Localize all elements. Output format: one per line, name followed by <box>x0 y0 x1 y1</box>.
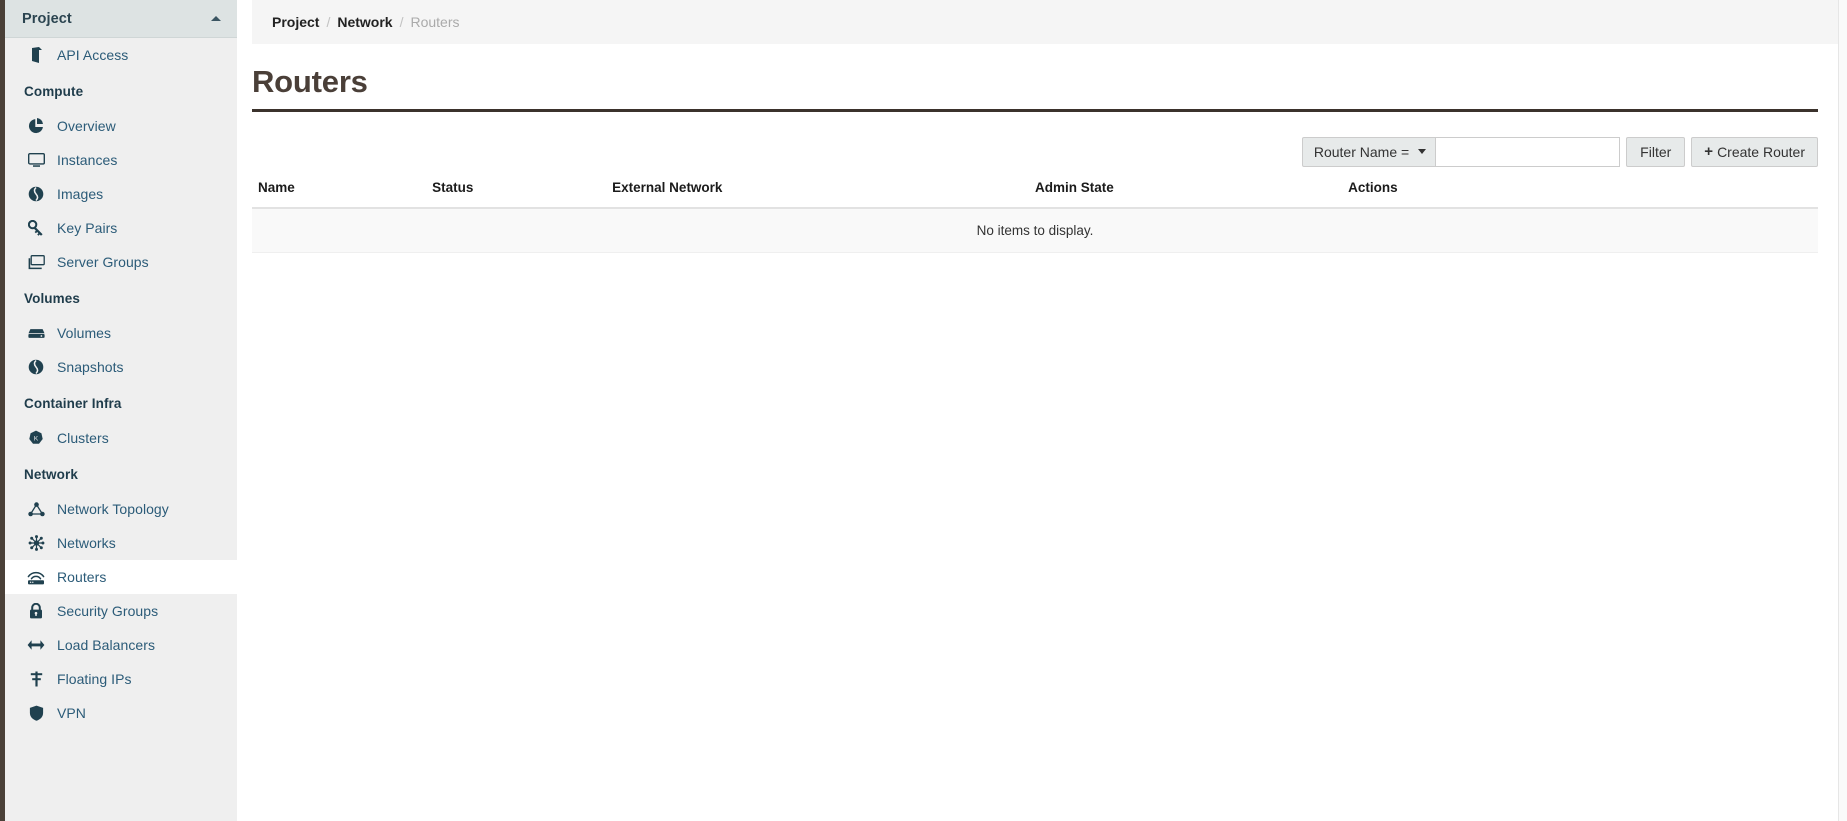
monitor-icon <box>26 151 46 169</box>
sidebar-group-label-volumes: Volumes <box>24 291 80 306</box>
sidebar-item-network-topology[interactable]: Network Topology <box>5 492 237 526</box>
sidebar-group-label-compute: Compute <box>24 84 84 99</box>
sidebar-panel-title: Project <box>22 10 72 27</box>
column-header-name[interactable]: Name <box>252 175 433 209</box>
sidebar-group-label-container-infra: Container Infra <box>24 396 122 411</box>
sidebar-item-label: Network Topology <box>57 501 169 517</box>
caret-up-icon[interactable] <box>211 16 221 21</box>
sidebar-nav: API Access Compute Overview Instances Images… <box>5 38 237 730</box>
vertical-scrollbar[interactable] <box>1838 0 1847 821</box>
empty-message: No items to display. <box>252 207 1818 253</box>
content-wrapper: Routers Router Name = Filter + Create Ro… <box>252 44 1847 253</box>
create-router-button-label: Create Router <box>1717 143 1805 160</box>
sidebar-item-images[interactable]: Images <box>5 177 237 211</box>
filter-field-dropdown[interactable]: Router Name = <box>1301 136 1437 167</box>
chevron-down-icon <box>1418 149 1427 155</box>
search-input[interactable] <box>1436 136 1621 167</box>
horizon-dashboard: Project API Access Compute Overview Instanc… <box>0 0 1847 821</box>
shield-icon <box>26 704 46 722</box>
main-content: Project / Network / Routers Routers Rout… <box>237 0 1847 821</box>
sidebar-panel-header-project[interactable]: Project <box>5 0 237 38</box>
column-header-external-network[interactable]: External Network <box>612 175 1035 209</box>
filter-field-dropdown-label: Router Name = <box>1313 143 1410 160</box>
sidebar-item-label: Clusters <box>57 430 109 446</box>
sidebar-item-load-balancers[interactable]: Load Balancers <box>5 628 237 662</box>
table-header: Name Status External Network Admin State… <box>252 175 1818 209</box>
sidebar-item-label: Security Groups <box>57 603 159 619</box>
sidebar-item-instances[interactable]: Instances <box>5 143 237 177</box>
lock-icon <box>26 602 46 620</box>
sidebar-item-label: Instances <box>57 152 118 168</box>
sidebar-item-clusters[interactable]: K Clusters <box>5 421 237 455</box>
sidebar-item-overview[interactable]: Overview <box>5 109 237 143</box>
sidebar-item-api-access[interactable]: API Access <box>5 38 237 72</box>
sidebar-item-label: Networks <box>57 535 116 551</box>
plus-icon: + <box>1704 143 1714 161</box>
networks-icon <box>26 534 46 552</box>
table-header-row: Name Status External Network Admin State… <box>252 175 1818 209</box>
breadcrumb-item-project[interactable]: Project <box>272 14 319 30</box>
sidebar-item-floating-ips[interactable]: Floating IPs <box>5 662 237 696</box>
table-toolbar: Router Name = Filter + Create Router <box>252 112 1827 174</box>
column-header-actions: Actions <box>1348 175 1818 209</box>
sidebar-item-label: Load Balancers <box>57 637 155 653</box>
sidebar-item-snapshots[interactable]: Snapshots <box>5 350 237 384</box>
key-icon <box>26 219 46 237</box>
breadcrumb-separator: / <box>399 14 404 30</box>
breadcrumb-item-routers: Routers <box>410 14 460 30</box>
sidebar-item-security-groups[interactable]: Security Groups <box>5 594 237 628</box>
sidebar-item-label: Volumes <box>57 325 112 341</box>
sidebar-item-label: Overview <box>57 118 116 134</box>
sidebar-item-server-groups[interactable]: Server Groups <box>5 245 237 279</box>
floating-ip-icon <box>26 670 46 688</box>
sidebar-item-label: API Access <box>57 47 129 63</box>
kubernetes-cluster-icon: K <box>26 429 46 447</box>
pie-chart-icon <box>26 117 46 135</box>
sidebar-item-volumes[interactable]: Volumes <box>5 316 237 350</box>
svg-text:K: K <box>34 436 39 443</box>
sidebar-item-label: Images <box>57 186 104 202</box>
breadcrumb-item-network[interactable]: Network <box>337 14 392 30</box>
server-groups-icon <box>26 253 46 271</box>
sidebar-item-label: Routers <box>57 569 107 585</box>
sidebar-item-label: Key Pairs <box>57 220 118 236</box>
sidebar-item-networks[interactable]: Networks <box>5 526 237 560</box>
page-header: Routers <box>252 44 1818 112</box>
column-header-admin-state[interactable]: Admin State <box>1034 175 1349 209</box>
table-empty-row: No items to display. <box>252 207 1818 253</box>
sidebar-item-label: VPN <box>57 705 86 721</box>
load-balancer-icon <box>26 636 46 654</box>
breadcrumb: Project / Network / Routers <box>252 0 1838 44</box>
filter-button[interactable]: Filter <box>1626 136 1686 167</box>
network-topology-icon <box>26 500 46 518</box>
images-icon <box>26 185 46 203</box>
sidebar: Project API Access Compute Overview Instanc… <box>0 0 237 821</box>
sidebar-item-label: Snapshots <box>57 359 124 375</box>
router-icon <box>26 568 46 586</box>
sidebar-item-routers[interactable]: Routers <box>5 560 237 594</box>
sidebar-item-key-pairs[interactable]: Key Pairs <box>5 211 237 245</box>
volume-icon <box>26 324 46 342</box>
column-header-status[interactable]: Status <box>432 175 613 209</box>
sidebar-group-label-network: Network <box>24 467 78 482</box>
snapshot-icon <box>26 358 46 376</box>
sidebar-item-vpn[interactable]: VPN <box>5 696 237 730</box>
filter-group: Router Name = Filter + Create Router <box>1301 136 1818 167</box>
sidebar-item-label: Floating IPs <box>57 671 132 687</box>
create-router-button[interactable]: + Create Router <box>1691 136 1818 167</box>
table-body: No items to display. <box>252 207 1818 253</box>
routers-table: Name Status External Network Admin State… <box>252 175 1818 253</box>
sidebar-item-label: Server Groups <box>57 254 149 270</box>
breadcrumb-separator: / <box>326 14 331 30</box>
page-title: Routers <box>252 64 368 99</box>
api-access-icon <box>26 46 46 64</box>
